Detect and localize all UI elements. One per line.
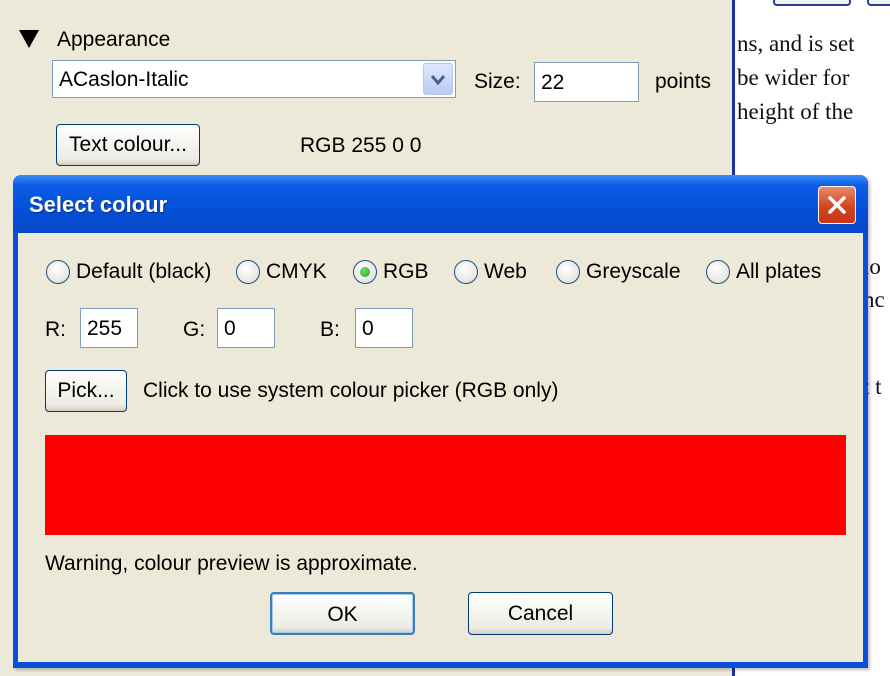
preview-warning: Warning, colour preview is approximate.: [45, 552, 418, 575]
cancel-button[interactable]: Cancel: [468, 592, 613, 635]
b-label: B:: [320, 318, 340, 341]
r-label: R:: [45, 318, 66, 341]
radio-label: RGB: [383, 260, 429, 283]
size-input[interactable]: 22: [534, 62, 639, 102]
close-icon[interactable]: [818, 186, 856, 224]
radio-selected-icon: [360, 267, 370, 277]
size-label: Size:: [474, 70, 521, 93]
pick-button[interactable]: Pick...: [45, 370, 127, 412]
radio-label: Default (black): [76, 260, 212, 283]
radio-circle-icon: [46, 260, 70, 284]
r-input-value: 255: [87, 317, 123, 340]
font-select[interactable]: ACaslon-Italic: [52, 60, 456, 98]
current-colour-label: RGB 255 0 0: [300, 134, 422, 157]
dialog-titlebar[interactable]: Select colour: [13, 175, 868, 233]
colour-mode-group: Default (black) CMYK RGB Web Greyscale A…: [46, 258, 846, 288]
toolbar-button[interactable]: [773, 0, 851, 6]
radio-circle-icon: [353, 260, 377, 284]
appearance-label: Appearance: [57, 28, 171, 51]
document-text-line: ns, and is set: [737, 31, 855, 56]
points-label: points: [655, 70, 712, 93]
text-colour-button[interactable]: Text colour...: [56, 124, 200, 166]
b-input-value: 0: [362, 317, 374, 340]
toolbar-button[interactable]: [867, 0, 890, 6]
radio-label: All plates: [736, 260, 822, 283]
radio-circle-icon: [706, 260, 730, 284]
dialog-title: Select colour: [29, 192, 168, 217]
radio-circle-icon: [454, 260, 478, 284]
radio-label: Web: [484, 260, 527, 283]
chevron-down-icon[interactable]: [423, 63, 453, 95]
radio-circle-icon: [236, 260, 260, 284]
g-input-value: 0: [224, 317, 236, 340]
g-input[interactable]: 0: [217, 308, 275, 348]
b-input[interactable]: 0: [355, 308, 413, 348]
select-colour-dialog: Select colour Default (black) CMYK RGB W…: [13, 175, 868, 668]
radio-label: CMYK: [266, 260, 327, 283]
dialog-body: Default (black) CMYK RGB Web Greyscale A…: [18, 233, 863, 662]
radio-circle-icon: [556, 260, 580, 284]
document-text-line: height of the: [737, 99, 854, 124]
colour-preview-swatch: [45, 435, 846, 535]
size-input-value: 22: [541, 71, 565, 94]
ok-button[interactable]: OK: [270, 592, 415, 635]
font-select-value: ACaslon-Italic: [59, 68, 189, 91]
expand-triangle-icon[interactable]: [19, 30, 39, 48]
document-text-line: be wider for: [737, 65, 850, 90]
g-label: G:: [183, 318, 206, 341]
r-input[interactable]: 255: [80, 308, 138, 348]
radio-label: Greyscale: [586, 260, 681, 283]
pick-hint: Click to use system colour picker (RGB o…: [143, 379, 559, 402]
